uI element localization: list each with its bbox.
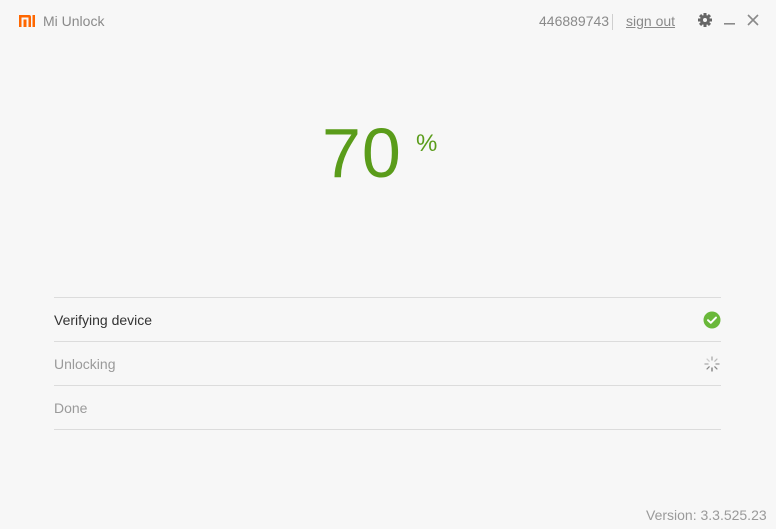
percent-sign: %: [416, 130, 438, 157]
step-label: Unlocking: [54, 356, 116, 372]
sign-out-link[interactable]: sign out: [626, 13, 675, 29]
step-unlocking: Unlocking: [54, 341, 721, 385]
spinner-icon: [704, 356, 720, 372]
app-title: Mi Unlock: [43, 13, 105, 29]
version-label: Version: 3.3.525.23: [646, 507, 767, 523]
divider: [612, 14, 613, 30]
progress-percent: 70: [322, 114, 402, 192]
step-done: Done: [54, 385, 721, 430]
minimize-icon[interactable]: [722, 12, 738, 28]
account-id: 446889743: [539, 13, 610, 29]
close-icon[interactable]: [745, 12, 761, 28]
step-label: Verifying device: [54, 312, 153, 328]
step-verifying-device: Verifying device: [54, 297, 721, 341]
mi-logo-icon: [19, 15, 35, 27]
gear-icon[interactable]: [697, 12, 713, 28]
title-bar: Mi Unlock 446889743 sign out: [0, 0, 776, 42]
step-label: Done: [54, 400, 88, 416]
step-list: Verifying device Unlocking Done: [54, 297, 721, 430]
check-circle-icon: [703, 311, 721, 329]
